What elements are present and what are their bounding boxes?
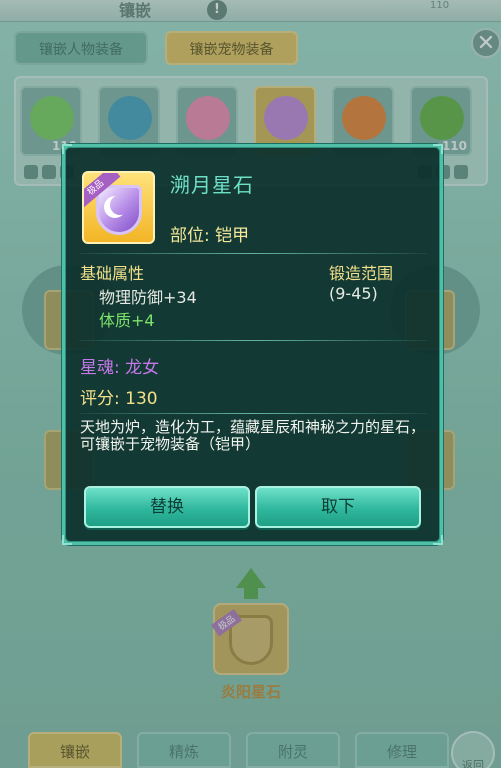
gem-name: 溯月星石 [170,173,254,197]
star-soul: 星魂: 龙女 [80,358,160,378]
attribute-physical-defense: 物理防御+34 [99,288,197,307]
forge-range-heading: 锻造范围 [329,264,394,283]
frame-corner [62,144,72,154]
gem-description: 天地为炉，造化为工，蕴藏星辰和神秘之力的星石，可镶嵌于宠物装备（铠甲） [80,418,426,453]
gem-slot-type: 部位: 铠甲 [170,226,250,246]
divider [79,340,427,341]
attribute-constitution: 体质+4 [99,311,155,330]
frame-corner [433,535,443,545]
base-attributes-heading: 基础属性 [80,264,145,283]
frame-corner [62,535,72,545]
remove-button[interactable]: 取下 [255,486,421,528]
frame-corner [433,144,443,154]
gem-tooltip-popup: 极品 溯月星石 部位: 铠甲 基础属性 锻造范围 物理防御+34 (9-45) … [62,144,443,545]
gem-item-icon: 极品 [82,171,155,244]
gem-score: 评分: 130 [80,389,158,409]
divider [79,413,427,414]
crescent-moon-icon [110,195,130,215]
divider [79,253,427,254]
replace-button[interactable]: 替换 [84,486,250,528]
forge-range-value: (9-45) [329,284,378,303]
